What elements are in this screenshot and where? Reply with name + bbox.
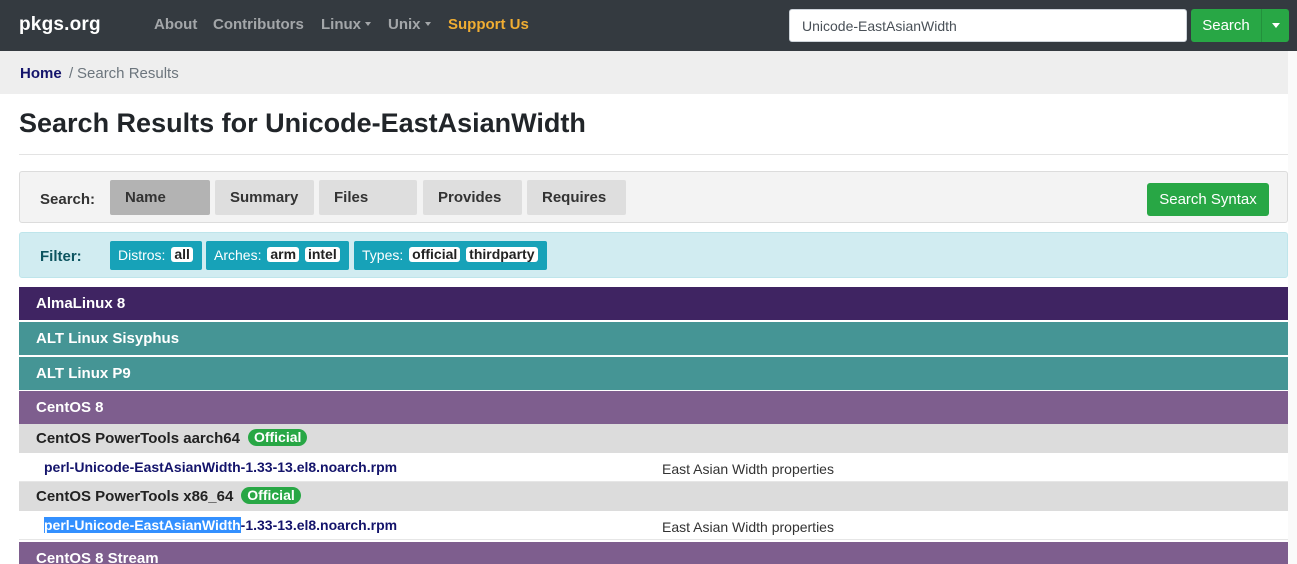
breadcrumb-home[interactable]: Home	[20, 65, 62, 82]
top-navbar: pkgs.org About Contributors Linux Unix S…	[0, 0, 1297, 51]
tab-requires[interactable]: Requires	[527, 180, 626, 215]
filter-types[interactable]: Types: official thirdparty	[354, 241, 547, 270]
tab-name[interactable]: Name	[110, 180, 210, 215]
filter-types-label: Types:	[362, 247, 404, 263]
filter-arches[interactable]: Arches: arm intel	[206, 241, 349, 270]
package-row: perl-Unicode-EastAsianWidth-1.33-13.el8.…	[19, 453, 1288, 482]
chevron-down-icon	[365, 22, 371, 26]
nav-linux[interactable]: Linux	[321, 16, 371, 33]
filter-label: Filter:	[40, 248, 82, 265]
package-link[interactable]: perl-Unicode-EastAsianWidth-1.33-13.el8.…	[44, 517, 397, 533]
tab-summary[interactable]: Summary	[215, 180, 314, 215]
nav-about[interactable]: About	[154, 16, 197, 33]
tab-provides[interactable]: Provides	[423, 180, 522, 215]
filter-chip: arm	[267, 247, 300, 262]
repo-name: CentOS PowerTools aarch64	[36, 430, 240, 447]
package-link-rest: -1.33-13.el8.noarch.rpm	[240, 517, 398, 533]
chevron-down-icon	[424, 22, 431, 26]
breadcrumb: Home / Search Results	[0, 51, 1288, 94]
search-type-bar: Search: Name Summary Files Provides Requ…	[19, 171, 1288, 223]
package-link[interactable]: perl-Unicode-EastAsianWidth-1.33-13.el8.…	[44, 459, 397, 475]
distro-header-centos-8[interactable]: CentOS 8	[19, 391, 1288, 425]
official-badge: Official	[241, 487, 301, 504]
repo-header: CentOS PowerTools aarch64 Official	[19, 424, 1288, 453]
nav-support-us[interactable]: Support Us	[448, 16, 529, 33]
filter-chip: official	[409, 247, 461, 262]
divider	[19, 154, 1288, 155]
search-syntax-button[interactable]: Search Syntax	[1147, 183, 1269, 216]
nav-contributors[interactable]: Contributors	[213, 16, 304, 33]
filter-bar: Filter: Distros: all Arches: arm intel T…	[19, 232, 1288, 278]
breadcrumb-separator: /	[69, 65, 74, 82]
filter-arches-label: Arches:	[214, 247, 262, 263]
distro-header-alt-linux-sisyphus[interactable]: ALT Linux Sisyphus	[19, 322, 1288, 356]
search-input[interactable]	[789, 9, 1187, 42]
scrollbar-track[interactable]	[1288, 51, 1297, 564]
official-badge: Official	[247, 429, 308, 446]
filter-chip: all	[171, 247, 193, 262]
distro-header-centos-8-stream[interactable]: CentOS 8 Stream	[19, 542, 1288, 564]
filter-chip: thirdparty	[466, 247, 538, 262]
distro-header-almalinux-8[interactable]: AlmaLinux 8	[19, 287, 1288, 321]
package-row: perl-Unicode-EastAsianWidth-1.33-13.el8.…	[19, 511, 1288, 540]
search-options-toggle[interactable]	[1261, 9, 1289, 42]
distro-header-alt-linux-p9[interactable]: ALT Linux P9	[19, 357, 1288, 391]
filter-chip: intel	[304, 247, 340, 262]
filter-distros-label: Distros:	[118, 247, 166, 263]
nav-unix[interactable]: Unix	[388, 16, 431, 33]
page-title: Search Results for Unicode-EastAsianWidt…	[19, 108, 586, 138]
tab-files[interactable]: Files	[319, 180, 417, 215]
package-description: East Asian Width properties	[662, 461, 834, 477]
filter-distros[interactable]: Distros: all	[110, 241, 202, 270]
nav-unix-label: Unix	[388, 16, 421, 33]
search-type-label: Search:	[40, 191, 96, 208]
repo-name: CentOS PowerTools x86_64	[36, 488, 234, 505]
repo-header: CentOS PowerTools x86_64 Official	[19, 482, 1288, 511]
breadcrumb-current: Search Results	[77, 65, 179, 82]
nav-linux-label: Linux	[321, 16, 361, 33]
chevron-down-icon	[1272, 23, 1280, 28]
search-button[interactable]: Search	[1191, 9, 1261, 42]
site-logo[interactable]: pkgs.org	[19, 14, 101, 36]
selected-text: perl-Unicode-EastAsianWidth	[44, 517, 241, 533]
package-description: East Asian Width properties	[662, 519, 834, 535]
